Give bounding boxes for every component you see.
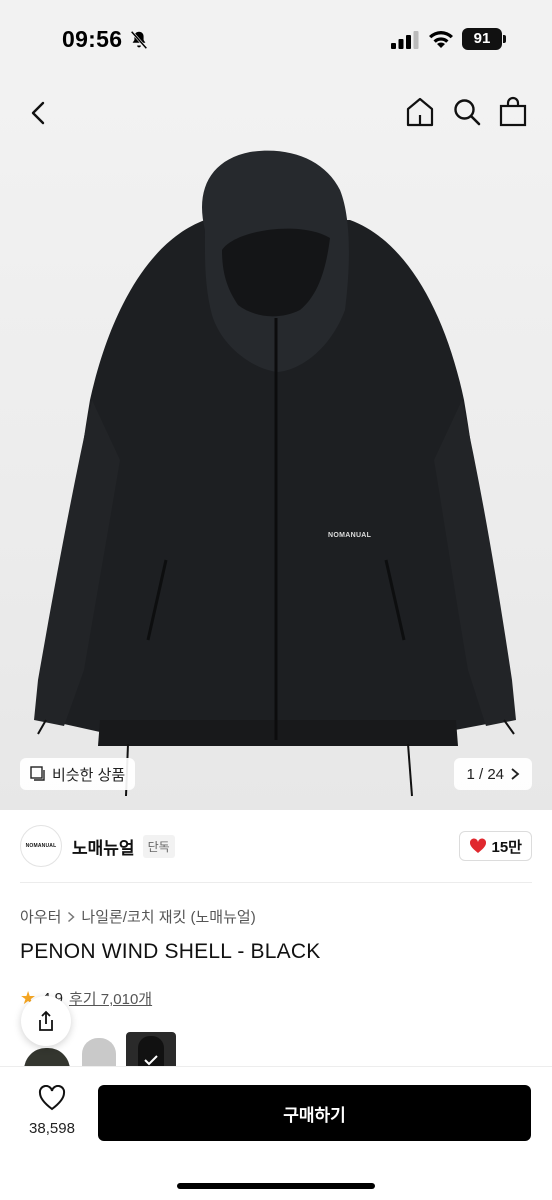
share-icon — [39, 1010, 53, 1031]
heart-icon — [38, 1084, 66, 1111]
back-icon[interactable] — [24, 98, 54, 128]
chevron-right-icon — [68, 911, 76, 922]
page-counter-label: 1 / 24 — [466, 765, 504, 783]
wifi-icon — [429, 31, 453, 48]
battery-indicator: 91 — [462, 28, 506, 50]
home-indicator — [177, 1183, 375, 1189]
breadcrumb-subcategory[interactable]: 나일론/코치 재킷 (노매뉴얼) — [81, 906, 255, 927]
status-time: 09:56 — [62, 26, 123, 52]
review-count-link[interactable]: 후기 7,010개 — [69, 988, 152, 1009]
bottom-action-bar: 38,598 구매하기 — [0, 1066, 552, 1200]
exclusive-badge: 단독 — [142, 834, 175, 858]
status-bar: 09:56 91 — [0, 0, 552, 80]
brand-like-button[interactable]: 15만 — [458, 831, 532, 861]
wishlist-count: 38,598 — [29, 1120, 75, 1137]
brand-row: NOMANUAL 노매뉴얼 단독 15만 — [20, 824, 532, 868]
search-icon[interactable] — [452, 97, 482, 127]
divider — [20, 882, 532, 883]
heart-icon — [469, 838, 486, 853]
brand-name[interactable]: 노매뉴얼 — [72, 834, 135, 859]
check-icon — [144, 1055, 158, 1066]
chevron-right-icon — [511, 768, 520, 780]
share-button[interactable] — [21, 996, 71, 1046]
signal-icon — [391, 31, 419, 49]
buy-button[interactable]: 구매하기 — [98, 1085, 531, 1141]
similar-products-button[interactable]: 비슷한 상품 — [20, 758, 136, 790]
similar-icon — [30, 766, 45, 781]
product-image — [34, 150, 516, 797]
brand-like-count: 15만 — [491, 838, 523, 856]
similar-products-label: 비슷한 상품 — [52, 766, 126, 784]
brand-logo[interactable]: NOMANUAL — [20, 825, 62, 867]
chest-logo: NOMANUAL — [328, 532, 372, 539]
wishlist-button[interactable]: 38,598 — [20, 1084, 84, 1137]
product-title: PENON WIND SHELL - BLACK — [20, 940, 321, 963]
shopping-bag-icon[interactable] — [498, 96, 528, 128]
bell-slash-icon — [130, 30, 148, 50]
breadcrumb: 아우터 나일론/코치 재킷 (노매뉴얼) — [20, 906, 256, 927]
home-icon[interactable] — [405, 96, 435, 128]
breadcrumb-category[interactable]: 아우터 — [20, 906, 61, 927]
product-gallery[interactable]: NOMANUAL 비슷한 상품 1 / 24 — [0, 80, 552, 810]
image-page-counter[interactable]: 1 / 24 — [454, 758, 532, 790]
